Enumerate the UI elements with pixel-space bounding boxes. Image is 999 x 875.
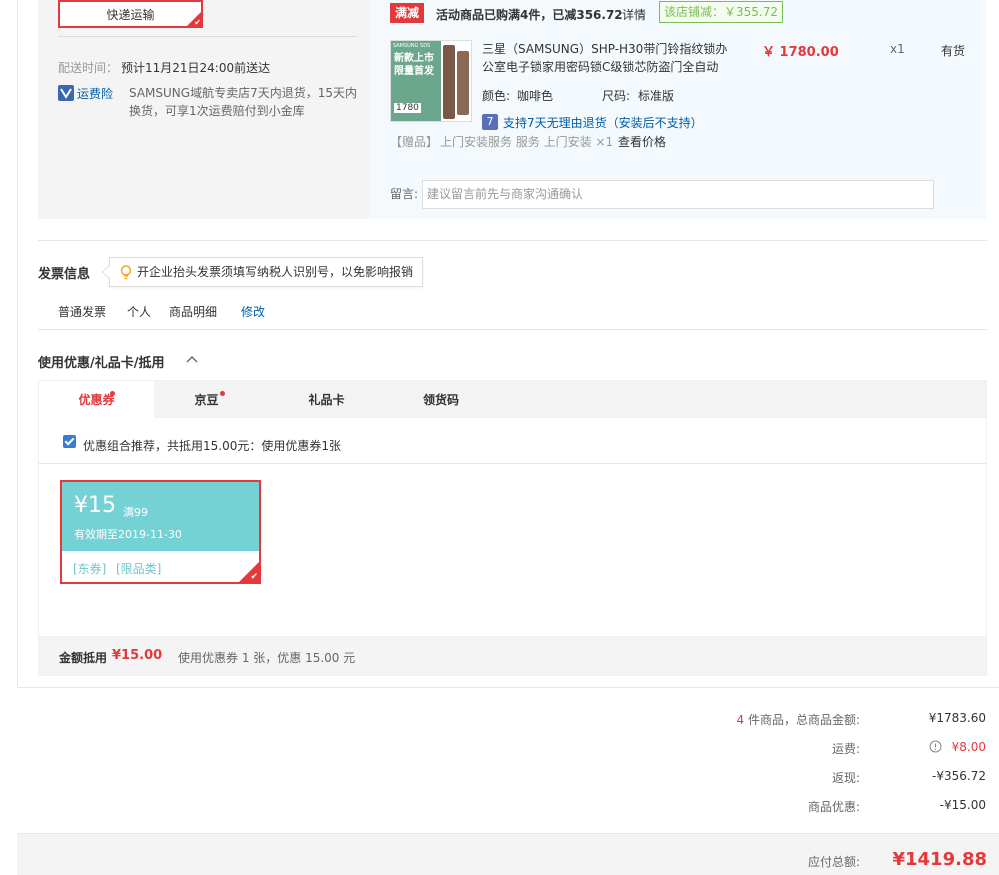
coupon-condition: 满99 bbox=[123, 506, 148, 519]
gift-price-link[interactable]: 查看价格 bbox=[618, 133, 666, 150]
product-price: ￥ 1780.00 bbox=[762, 45, 839, 60]
discount-summary: 金额抵用 ¥15.00 使用优惠券 1 张，优惠 15.00 元 bbox=[38, 636, 987, 676]
insurance-icon bbox=[58, 85, 74, 101]
item-count: 4 bbox=[736, 713, 745, 727]
payable-value: ¥1419.88 bbox=[892, 849, 987, 870]
thumb-price: 1780 bbox=[394, 103, 421, 113]
payable-label: 应付总额: bbox=[807, 855, 860, 869]
shipping-fee-value: ¥8.00 bbox=[951, 740, 986, 754]
payable-bar: 应付总额: ¥1419.88 bbox=[17, 833, 999, 875]
color-value: 咖啡色 bbox=[517, 89, 554, 103]
coupon-amount: ¥15 bbox=[74, 493, 116, 518]
message-input[interactable]: 建议留言前先与商家沟通确认 bbox=[422, 180, 934, 209]
divider bbox=[38, 329, 987, 330]
shipping-method-label: 快递运输 bbox=[106, 8, 155, 22]
coupon-valid: 有效期至2019-11-30 bbox=[74, 528, 182, 541]
insurance-desc-1: SAMSUNG域航专卖店7天内退货，15天内 bbox=[129, 86, 357, 100]
thumb-brand: SAMSUNG SDS bbox=[393, 43, 431, 49]
tab-giftcard-label: 礼品卡 bbox=[308, 393, 345, 407]
invoice-tip: 开企业抬头发票须填写纳税人识别号，以免影响报销 bbox=[109, 257, 423, 287]
shop-discount-row: 该店铺减：￥355.72 bbox=[659, 1, 783, 23]
coupon-discount-value: -¥15.00 bbox=[939, 798, 986, 812]
return-policy-link[interactable]: 支持7天无理由退货（安装后不支持） bbox=[503, 114, 703, 131]
size-value: 标准版 bbox=[638, 89, 675, 103]
product-name-1[interactable]: 三星（SAMSUNG）SHP-H30带门铃指纹锁办 bbox=[482, 40, 727, 58]
goods-total-value: ¥1783.60 bbox=[928, 711, 986, 725]
tab-coupon-label: 优惠券 bbox=[78, 393, 115, 407]
divider bbox=[38, 240, 987, 241]
cashback-value: -¥356.72 bbox=[932, 769, 986, 783]
check-icon: ✔ bbox=[250, 572, 258, 582]
coupon-header: ¥15 满99 有效期至2019-11-30 bbox=[62, 482, 259, 551]
tab-pickup-code-label: 领货码 bbox=[422, 393, 459, 407]
tab-giftcard[interactable]: 礼品卡 bbox=[289, 381, 364, 419]
check-icon: ✔ bbox=[194, 18, 201, 27]
size-label: 尺码: bbox=[602, 89, 631, 103]
goods-total-text: 件商品，总商品金额: bbox=[744, 713, 860, 727]
thumb-line1: 新款上市 bbox=[394, 53, 434, 64]
divider bbox=[38, 463, 987, 464]
color-label: 颜色: bbox=[482, 89, 511, 103]
invoice-type: 普通发票 bbox=[58, 305, 107, 319]
summary-amount: ¥15.00 bbox=[112, 648, 163, 663]
tab-jingdou-label: 京豆 bbox=[194, 393, 219, 407]
invoice-content: 商品明细 bbox=[169, 305, 218, 319]
insurance-desc-2: 换货，可享1次运费赔付到小金库 bbox=[129, 104, 305, 118]
thumb-line2: 限量首发 bbox=[394, 66, 434, 77]
notification-dot bbox=[110, 391, 115, 396]
shipping-method-button[interactable]: 快递运输 ✔ bbox=[58, 0, 203, 28]
tab-jingdou[interactable]: 京豆 bbox=[154, 381, 259, 419]
summary-label: 金额抵用 bbox=[59, 651, 108, 665]
chevron-up-icon[interactable] bbox=[185, 354, 199, 364]
gift-label: 【赠品】 bbox=[390, 135, 439, 149]
product-name-2[interactable]: 公室电子锁家用密码锁C级锁芯防盗门全自动 bbox=[482, 58, 718, 76]
coupon-discount-label: 商品优惠: bbox=[807, 800, 860, 814]
invoice-edit-link[interactable]: 修改 bbox=[241, 303, 265, 320]
summary-text: 使用优惠券 1 张，优惠 15.00 元 bbox=[178, 651, 356, 665]
delivery-time-label: 配送时间： bbox=[58, 61, 119, 75]
coupon-card[interactable]: ¥15 满99 有效期至2019-11-30 [东券] [限品类] ✔ bbox=[60, 480, 261, 584]
invoice-tip-text: 开企业抬头发票须填写纳税人识别号，以免影响报销 bbox=[137, 265, 414, 279]
return-badge-icon: 7 bbox=[482, 114, 498, 130]
tab-coupon[interactable]: 优惠券 bbox=[39, 381, 154, 420]
gift-text: 上门安装服务 服务 上门安装 ×1 bbox=[440, 135, 614, 149]
cashback-label: 返现: bbox=[831, 771, 860, 785]
message-label: 留言: bbox=[390, 187, 419, 201]
product-qty: x1 bbox=[890, 42, 905, 56]
product-thumbnail[interactable]: SAMSUNG SDS 新款上市 限量首发 1780 bbox=[390, 40, 472, 122]
promo-tag: 满减 bbox=[390, 3, 425, 23]
shop-discount-tag: 该店铺减：￥355.72 bbox=[659, 1, 783, 23]
coupon-tag-2: [限品类] bbox=[116, 562, 162, 576]
promo-detail-link[interactable]: 详情 bbox=[622, 6, 646, 23]
insurance-link[interactable]: 运费险 bbox=[77, 85, 113, 102]
notification-dot bbox=[220, 391, 225, 396]
goods-total-label: 4 件商品，总商品金额: bbox=[600, 711, 861, 728]
combo-text: 优惠组合推荐，共抵用15.00元：使用优惠券1张 bbox=[83, 439, 341, 453]
divider bbox=[58, 36, 357, 37]
invoice-holder: 个人 bbox=[127, 305, 152, 319]
shipping-fee-label: 运费: bbox=[831, 742, 860, 756]
combo-checkbox[interactable] bbox=[63, 435, 76, 448]
lightbulb-icon bbox=[120, 265, 132, 280]
promo-text: 活动商品已购满4件，已减356.72 bbox=[436, 8, 623, 22]
promo-row: 满减 bbox=[390, 3, 425, 23]
delivery-time-value: 预计11月21日24:00前送达 bbox=[121, 61, 271, 75]
product-stock: 有货 bbox=[941, 44, 966, 58]
tab-pickup-code[interactable]: 领货码 bbox=[402, 381, 480, 419]
coupon-tag-1: [东券] bbox=[73, 562, 107, 576]
discount-tabs: 优惠券 京豆 礼品卡 领货码 bbox=[38, 380, 987, 420]
invoice-title: 发票信息 bbox=[38, 267, 91, 282]
discount-title[interactable]: 使用优惠/礼品卡/抵用 bbox=[38, 352, 165, 371]
